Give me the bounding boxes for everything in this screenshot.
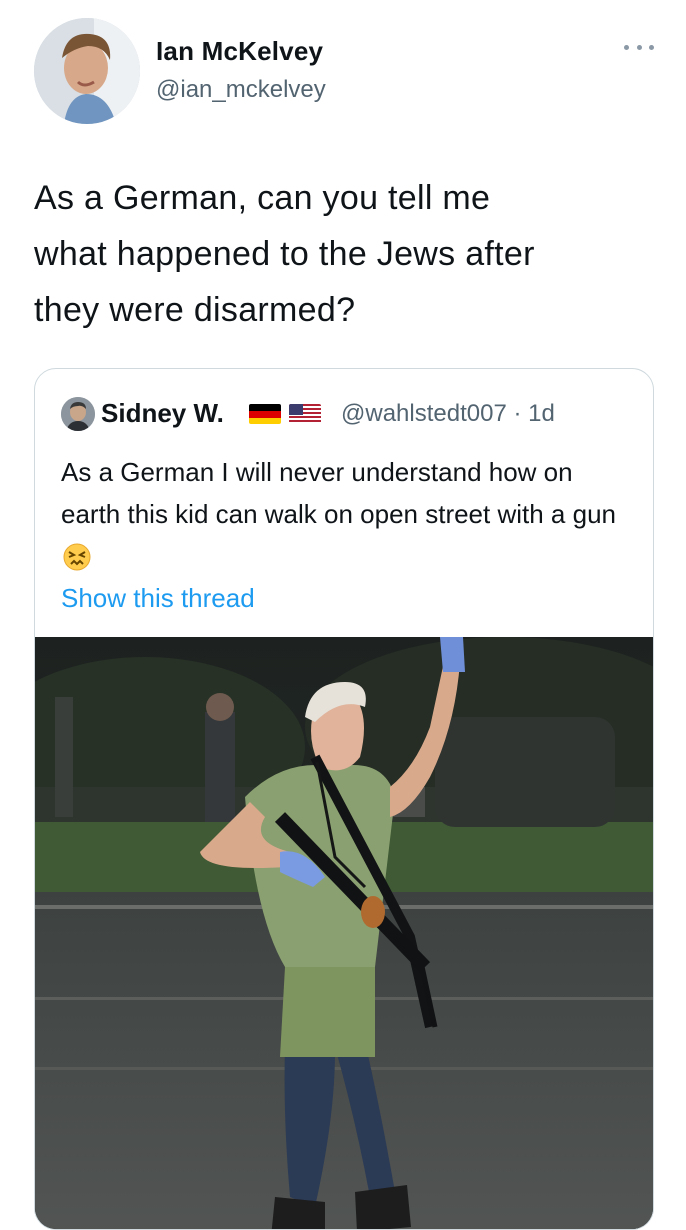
author-handle[interactable]: @ian_mckelvey — [156, 76, 326, 104]
quoted-text-body: As a German I will never understand how … — [61, 457, 616, 529]
more-dot — [624, 44, 629, 50]
quoted-tweet-photo[interactable] — [35, 637, 653, 1229]
quoted-text: As a German I will never understand how … — [61, 451, 631, 577]
us-flag-icon — [289, 404, 321, 424]
more-options-icon[interactable] — [624, 40, 654, 54]
quoted-author-name[interactable]: Sidney W. — [101, 398, 224, 429]
more-dot — [649, 44, 654, 50]
confounded-face-emoji-icon — [63, 541, 91, 571]
show-thread-link[interactable]: Show this thread — [61, 583, 255, 614]
quoted-author-avatar[interactable] — [61, 397, 95, 431]
tweet-header: Ian McKelvey @ian_mckelvey — [0, 0, 686, 140]
quoted-tweet[interactable]: Sidney W. @wahlstedt007 · 1d As a German… — [34, 368, 654, 1230]
tweet-text: As a German, can you tell me what happen… — [34, 179, 535, 329]
author-name[interactable]: Ian McKelvey — [156, 36, 323, 67]
author-avatar[interactable] — [34, 18, 140, 124]
more-dot — [636, 44, 642, 50]
quoted-handle-time[interactable]: @wahlstedt007 · 1d — [341, 400, 555, 428]
german-flag-icon — [249, 404, 281, 424]
